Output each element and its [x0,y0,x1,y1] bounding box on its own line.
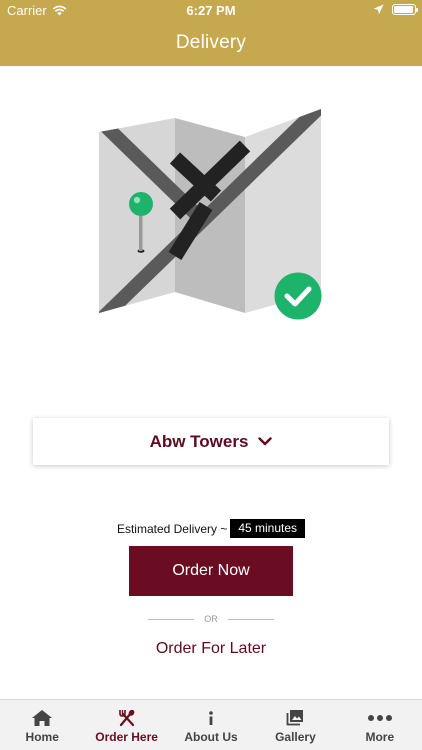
status-bar: Carrier 6:27 PM [0,0,422,22]
estimated-delivery-badge: 45 minutes [230,519,306,538]
page-title: Delivery [175,32,247,53]
tab-home[interactable]: Home [0,700,84,750]
estimated-delivery: Estimated Delivery ~ 45 minutes [0,519,422,538]
navigation-bar: Delivery [0,22,422,66]
or-divider: OR [148,612,274,626]
gallery-icon [287,710,304,726]
tab-about-us-label: About Us [184,730,238,744]
selected-location-name: Abw Towers [149,431,249,451]
status-time: 6:27 PM [186,3,236,18]
more-dots-icon [367,715,392,721]
divider-line-right [227,618,274,620]
tab-home-label: Home [25,730,59,744]
home-icon [32,710,53,726]
order-now-button[interactable]: Order Now [129,546,293,596]
location-selector[interactable]: Abw Towers [33,418,389,465]
chevron-down-icon [258,437,273,446]
map-delivery-illustration [99,109,322,320]
divider-line-left [148,618,195,620]
estimated-delivery-label: Estimated Delivery ~ [116,521,228,536]
battery-icon [392,4,418,15]
fork-spoon-icon [118,709,134,727]
tab-more[interactable]: More [338,700,422,750]
tab-order-here-label: Order Here [95,730,158,744]
tab-gallery[interactable]: Gallery [253,700,337,750]
check-circle-icon [274,272,322,320]
tab-gallery-label: Gallery [275,730,316,744]
tab-order-here[interactable]: Order Here [84,700,168,750]
tab-bar: Home Order Here About Us Gallery More [0,699,422,750]
order-for-later-link[interactable]: Order For Later [0,640,422,658]
tab-more-label: More [365,730,395,744]
location-arrow-icon [373,4,384,15]
tab-about-us[interactable]: About Us [169,700,253,750]
info-icon [209,711,213,725]
or-label: OR [204,614,218,624]
